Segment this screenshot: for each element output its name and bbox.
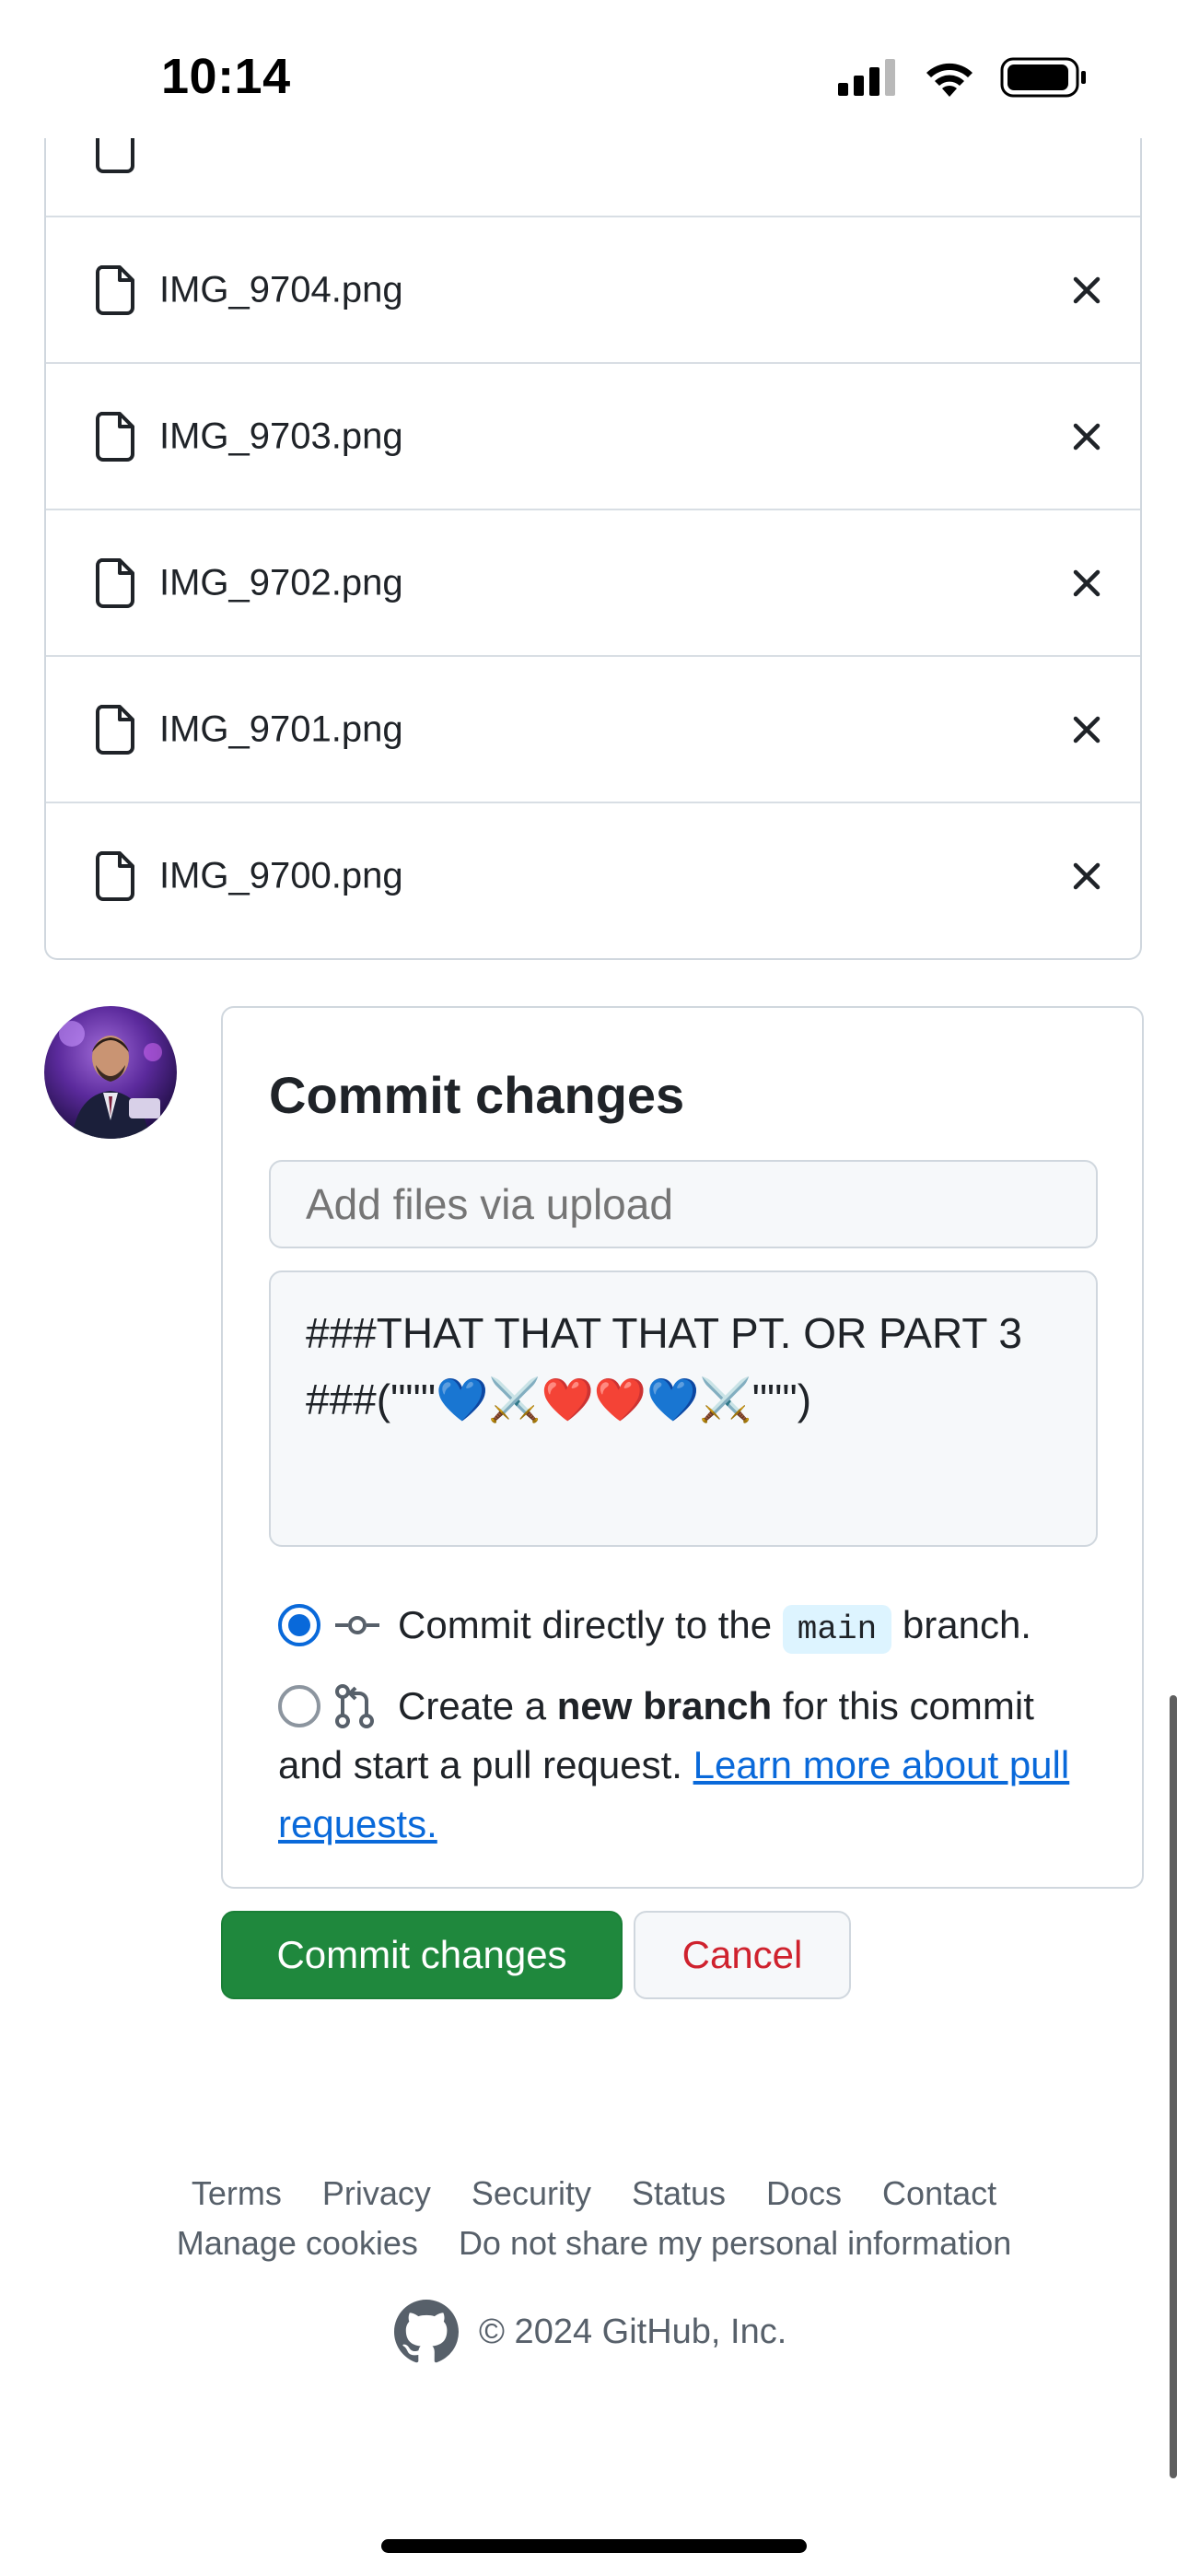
commit-changes-button[interactable]: Commit changes: [221, 1911, 623, 1999]
x-icon: [1073, 716, 1101, 743]
file-row: IMG_9702.png: [46, 509, 1140, 655]
footer-link-manage-cookies[interactable]: Manage cookies: [177, 2224, 418, 2262]
remove-file-button[interactable]: [1061, 264, 1112, 316]
footer-link-terms[interactable]: Terms: [192, 2174, 282, 2212]
uploaded-file-list: IMG_9704.png IMG_9703.png IMG_9702.png IMG_…: [44, 138, 1142, 960]
footer-links-row1: Terms Privacy Security Status Docs Contact: [0, 2174, 1188, 2213]
x-icon: [1073, 276, 1101, 303]
new-branch-text-before: Create a: [398, 1684, 557, 1727]
x-icon: [1073, 423, 1101, 450]
copyright-text: © 2024 GitHub, Inc.: [479, 2312, 787, 2351]
status-icons: [838, 57, 1087, 98]
file-icon: [96, 264, 134, 315]
battery-icon: [1000, 57, 1086, 98]
footer-copyright: © 2024 GitHub, Inc.: [394, 2300, 786, 2364]
cellular-signal-icon: [838, 59, 895, 96]
branch-name-badge: main: [782, 1605, 892, 1654]
file-row: IMG_9700.png: [46, 802, 1140, 948]
file-icon: [96, 557, 134, 608]
remove-file-button[interactable]: [1061, 704, 1112, 755]
new-branch-bold: new branch: [556, 1684, 773, 1727]
x-icon: [1073, 569, 1101, 596]
footer-link-do-not-share[interactable]: Do not share my personal information: [459, 2224, 1011, 2262]
file-row: IMG_9704.png: [46, 216, 1140, 362]
create-branch-option[interactable]: Create a new branch for this commit and …: [278, 1677, 1089, 1861]
footer-link-contact[interactable]: Contact: [882, 2174, 996, 2212]
file-name: IMG_9704.png: [159, 269, 403, 310]
cancel-button[interactable]: Cancel: [634, 1911, 851, 1999]
x-icon: [1073, 862, 1101, 889]
status-time: 10:14: [161, 49, 291, 104]
remove-file-button[interactable]: [1061, 411, 1112, 463]
footer-links-row2: Manage cookies Do not share my personal i…: [0, 2224, 1188, 2263]
avatar: [44, 1006, 177, 1139]
file-name: IMG_9702.png: [159, 562, 403, 603]
file-name: IMG_9700.png: [159, 855, 403, 896]
file-name: IMG_9703.png: [159, 416, 403, 456]
file-icon: [96, 411, 134, 462]
remove-file-button[interactable]: [1061, 850, 1112, 902]
commit-form-title: Commit changes: [269, 1066, 685, 1124]
commit-direct-text-before: Commit directly to the: [398, 1603, 783, 1646]
footer-link-docs[interactable]: Docs: [766, 2174, 842, 2212]
commit-summary-input[interactable]: [269, 1160, 1098, 1248]
commit-description-textarea[interactable]: ###THAT THAT THAT PT. OR PART 3 ###("""💙…: [269, 1270, 1098, 1547]
file-row: IMG_9701.png: [46, 655, 1140, 802]
file-icon: [96, 704, 134, 755]
file-name: IMG_9701.png: [159, 708, 403, 749]
file-icon: [96, 138, 134, 173]
github-mark-icon[interactable]: [394, 2300, 459, 2364]
footer-link-security[interactable]: Security: [472, 2174, 591, 2212]
commit-changes-form: Commit changes ###THAT THAT THAT PT. OR …: [221, 1006, 1144, 1889]
git-commit-icon: [335, 1616, 379, 1634]
home-indicator[interactable]: [381, 2539, 807, 2553]
commit-direct-text-after: branch.: [891, 1603, 1031, 1646]
wifi-icon: [926, 63, 973, 97]
scroll-indicator[interactable]: [1170, 1695, 1177, 2478]
file-icon: [96, 850, 134, 901]
footer-link-privacy[interactable]: Privacy: [322, 2174, 431, 2212]
commit-direct-radio[interactable]: [278, 1604, 320, 1646]
file-row: IMG_9703.png: [46, 362, 1140, 509]
footer-link-status[interactable]: Status: [632, 2174, 726, 2212]
remove-file-button[interactable]: [1061, 557, 1112, 609]
